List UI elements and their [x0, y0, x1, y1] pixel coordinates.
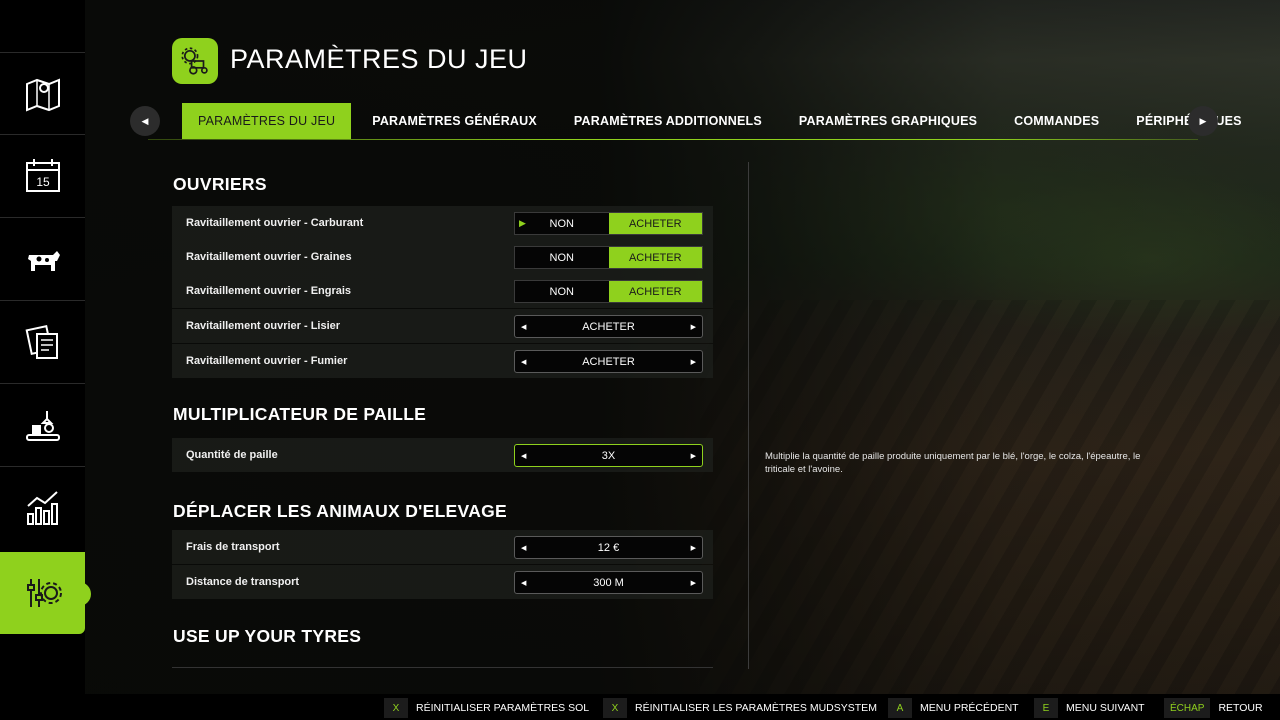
hint-label: MENU SUIVANT — [1066, 702, 1145, 714]
arrow-left-icon[interactable]: ◀ — [521, 323, 526, 331]
setting-row-seeds: Ravitaillement ouvrier - Graines NON ACH… — [172, 240, 713, 274]
arrow-left-icon[interactable]: ◀ — [521, 358, 526, 366]
hint-reset-soil[interactable]: X RÉINITIALISER PARAMÈTRES SOL — [384, 698, 589, 718]
key-badge: ÉCHAP — [1164, 698, 1211, 718]
arrow-right-icon[interactable]: ▶ — [691, 323, 696, 331]
section-title-straw: MULTIPLICATEUR DE PAILLE — [173, 404, 427, 424]
setting-row-slurry: Ravitaillement ouvrier - Lisier ◀ ACHETE… — [172, 309, 713, 343]
setting-row-fertilizer: Ravitaillement ouvrier - Engrais NON ACH… — [172, 274, 713, 308]
hint-label: RÉINITIALISER LES PARAMÈTRES MUDSYSTEM — [635, 702, 877, 714]
straw-quantity-stepper[interactable]: ◀ 3X ▶ — [514, 444, 703, 467]
statistics-icon — [26, 490, 58, 525]
sidebar-item-production[interactable] — [0, 383, 85, 465]
column-divider — [748, 162, 749, 669]
tab-graphics-settings[interactable]: PARAMÈTRES GRAPHIQUES — [783, 103, 993, 139]
key-badge: X — [384, 698, 408, 718]
key-badge: A — [888, 698, 912, 718]
stepper-value: ACHETER — [582, 320, 635, 333]
setting-label: Quantité de paille — [186, 449, 278, 461]
section-title-workers: OUVRIERS — [173, 174, 267, 194]
calendar-icon: 15 — [25, 158, 60, 192]
transport-distance-stepper[interactable]: ◀ 300 M ▶ — [514, 571, 703, 594]
tractor-gear-icon — [181, 47, 208, 75]
setting-label: Distance de transport — [186, 576, 300, 588]
manure-stepper[interactable]: ◀ ACHETER ▶ — [514, 350, 703, 373]
setting-row-manure: Ravitaillement ouvrier - Fumier ◀ ACHETE… — [172, 344, 713, 378]
setting-row-transport-distance: Distance de transport ◀ 300 M ▶ — [172, 565, 713, 599]
sidebar-item-map[interactable] — [0, 52, 85, 134]
arrow-left-icon[interactable]: ◀ — [521, 544, 526, 552]
setting-description: Multiplie la quantité de paille produite… — [765, 451, 1141, 475]
setting-label: Ravitaillement ouvrier - Lisier — [186, 320, 341, 332]
setting-row-straw-quantity: Quantité de paille ◀ 3X ▶ — [172, 438, 713, 472]
transport-cost-stepper[interactable]: ◀ 12 € ▶ — [514, 536, 703, 559]
setting-label: Ravitaillement ouvrier - Engrais — [186, 285, 352, 297]
sidebar-item-statistics[interactable] — [0, 466, 85, 548]
toggle-option-no[interactable]: ▶ NON — [515, 213, 609, 234]
hint-label: MENU PRÉCÉDENT — [920, 702, 1019, 714]
key-badge: E — [1034, 698, 1058, 718]
section-title-animals: DÉPLACER LES ANIMAUX D'ELEVAGE — [173, 501, 508, 521]
toggle-option-buy[interactable]: ACHETER — [608, 281, 702, 302]
arrow-left-icon[interactable]: ◀ — [521, 579, 526, 587]
toggle-option-no[interactable]: NON — [515, 247, 609, 268]
arrow-right-icon[interactable]: ▶ — [691, 579, 696, 587]
toggle-option-buy[interactable]: ACHETER — [608, 213, 702, 234]
stepper-value: 300 M — [593, 576, 624, 589]
production-icon — [25, 410, 60, 441]
sidebar-item-settings[interactable] — [0, 552, 91, 634]
chevron-right-icon: ▶ — [1199, 115, 1207, 126]
section-divider — [172, 667, 713, 668]
hint-previous-menu[interactable]: A MENU PRÉCÉDENT — [888, 698, 1019, 718]
hint-back[interactable]: ÉCHAP RETOUR — [1164, 698, 1263, 718]
setting-row-transport-cost: Frais de transport ◀ 12 € ▶ — [172, 530, 713, 564]
hint-reset-mudsystem[interactable]: X RÉINITIALISER LES PARAMÈTRES MUDSYSTEM — [603, 698, 877, 718]
sidebar: 15 — [0, 0, 91, 720]
calendar-day: 15 — [36, 175, 50, 189]
setting-row-fuel: Ravitaillement ouvrier - Carburant ▶ NON… — [172, 206, 713, 240]
stepper-value: 12 € — [597, 541, 620, 554]
tab-game-settings[interactable]: PARAMÈTRES DU JEU — [182, 103, 352, 139]
tab-next-button[interactable]: ▶ — [1188, 106, 1218, 136]
tab-bar: PARAMÈTRES DU JEU PARAMÈTRES GÉNÉRAUX PA… — [182, 103, 1263, 139]
tab-general-settings[interactable]: PARAMÈTRES GÉNÉRAUX — [356, 103, 553, 139]
sidebar-item-calendar[interactable]: 15 — [0, 134, 85, 216]
settings-icon — [26, 579, 62, 607]
sidebar-item-contracts[interactable] — [0, 300, 85, 382]
contracts-icon — [25, 324, 58, 359]
toggle-option-buy[interactable]: ACHETER — [608, 247, 702, 268]
arrow-right-icon[interactable]: ▶ — [691, 544, 696, 552]
hint-label: RÉINITIALISER PARAMÈTRES SOL — [416, 702, 590, 714]
hint-label: RETOUR — [1218, 702, 1263, 714]
arrow-left-icon[interactable]: ◀ — [521, 452, 526, 460]
tab-additional-settings[interactable]: PARAMÈTRES ADDITIONNELS — [558, 103, 778, 139]
chevron-left-icon: ◀ — [141, 115, 149, 126]
setting-label: Ravitaillement ouvrier - Graines — [186, 251, 352, 263]
fertilizer-toggle: NON ACHETER — [514, 280, 703, 303]
focus-indicator-icon: ▶ — [519, 218, 526, 228]
tab-underline — [148, 139, 1198, 140]
cow-icon — [27, 250, 60, 271]
sidebar-item-animals[interactable] — [0, 217, 85, 299]
hint-next-menu[interactable]: E MENU SUIVANT — [1034, 698, 1145, 718]
arrow-right-icon[interactable]: ▶ — [691, 452, 696, 460]
setting-label: Frais de transport — [186, 541, 280, 553]
stepper-value: ACHETER — [582, 355, 635, 368]
stepper-value: 3X — [601, 449, 616, 462]
page-title: PARAMÈTRES DU JEU — [230, 44, 528, 74]
seeds-toggle: NON ACHETER — [514, 246, 703, 269]
tab-controls[interactable]: COMMANDES — [998, 103, 1115, 139]
header-badge — [172, 38, 218, 84]
setting-label: Ravitaillement ouvrier - Fumier — [186, 355, 348, 367]
section-title-tyres: USE UP YOUR TYRES — [173, 626, 362, 646]
arrow-right-icon[interactable]: ▶ — [691, 358, 696, 366]
fuel-toggle: ▶ NON ACHETER — [514, 212, 703, 235]
key-badge: X — [603, 698, 627, 718]
setting-label: Ravitaillement ouvrier - Carburant — [186, 217, 364, 229]
slurry-stepper[interactable]: ◀ ACHETER ▶ — [514, 315, 703, 338]
tab-prev-button[interactable]: ◀ — [130, 106, 160, 136]
toggle-option-no[interactable]: NON — [515, 281, 609, 302]
map-icon — [25, 78, 60, 111]
